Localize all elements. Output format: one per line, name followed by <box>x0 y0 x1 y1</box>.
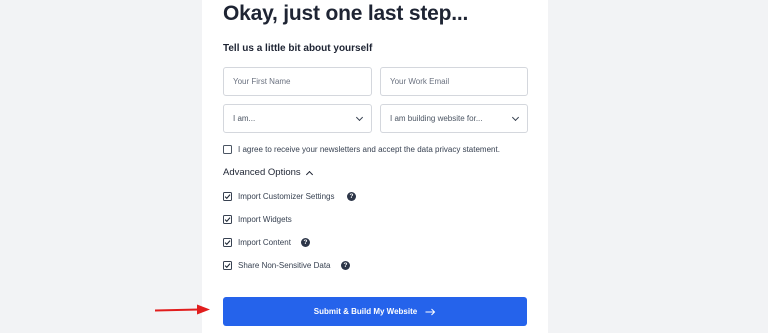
advanced-options-toggle[interactable]: Advanced Options <box>223 167 313 178</box>
role-select-value: I am... <box>233 114 256 123</box>
purpose-select[interactable]: I am building website for... <box>380 104 528 133</box>
share-data-label: Share Non-Sensitive Data <box>238 261 331 270</box>
import-content-label: Import Content <box>238 238 291 247</box>
chevron-up-icon <box>305 170 313 178</box>
submit-build-button[interactable]: Submit & Build My Website <box>223 297 527 326</box>
first-name-input[interactable] <box>223 67 372 96</box>
question-circle-icon[interactable]: ? <box>301 238 310 247</box>
red-arrow-icon <box>155 304 210 315</box>
arrow-right-icon <box>425 308 436 315</box>
section-subtitle: Tell us a little bit about yourself <box>223 43 373 54</box>
chevron-down-icon <box>355 113 364 121</box>
onboarding-card: Okay, just one last step... Tell us a li… <box>202 0 548 333</box>
import-customizer-checkbox[interactable] <box>223 192 232 201</box>
import-content-checkbox[interactable] <box>223 238 232 247</box>
share-data-checkbox[interactable] <box>223 261 232 270</box>
check-icon <box>224 194 231 200</box>
newsletter-checkbox[interactable] <box>223 145 232 154</box>
page-title: Okay, just one last step... <box>223 2 469 25</box>
import-widgets-checkbox[interactable] <box>223 215 232 224</box>
purpose-select-value: I am building website for... <box>390 114 483 123</box>
work-email-input[interactable] <box>380 67 528 96</box>
role-select[interactable]: I am... <box>223 104 372 133</box>
chevron-down-icon <box>511 113 520 121</box>
question-circle-icon[interactable]: ? <box>347 192 356 201</box>
question-circle-icon[interactable]: ? <box>341 261 350 270</box>
advanced-options-label: Advanced Options <box>223 167 301 178</box>
check-icon <box>224 263 231 269</box>
check-icon <box>224 240 231 246</box>
check-icon <box>224 217 231 223</box>
newsletter-label: I agree to receive your newsletters and … <box>238 145 500 154</box>
import-widgets-label: Import Widgets <box>238 215 292 224</box>
import-customizer-label: Import Customizer Settings <box>238 192 335 201</box>
submit-button-label: Submit & Build My Website <box>313 307 418 316</box>
